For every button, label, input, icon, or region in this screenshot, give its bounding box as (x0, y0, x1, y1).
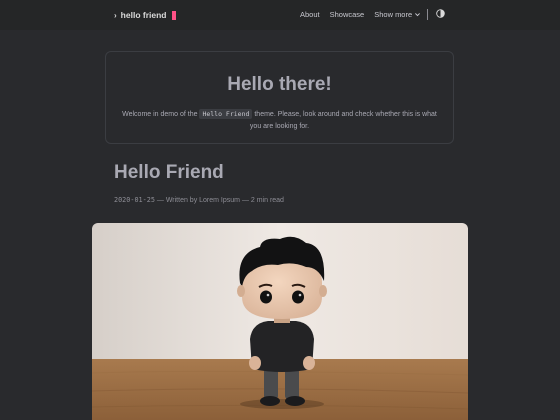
theme-toggle-icon[interactable] (436, 9, 445, 18)
post-cover-image (92, 223, 468, 420)
chevron-down-icon (415, 13, 421, 17)
site-header: › hello friend About Showcase Show more (0, 0, 560, 30)
main-nav: About Showcase Show more (300, 10, 421, 19)
funko-figure-image (92, 223, 468, 420)
intro-text: Welcome in demo of the Hello Friend them… (120, 108, 439, 133)
show-more-label: Show more (374, 10, 413, 19)
post-date: 2020-01-25 (114, 196, 155, 204)
intro-text-before: Welcome in demo of the (122, 111, 198, 118)
intro-title: Hello there! (227, 74, 332, 95)
site-logo[interactable]: › hello friend (114, 9, 177, 21)
nav-divider (427, 9, 428, 20)
post-title[interactable]: Hello Friend (114, 162, 224, 184)
nav-item-about[interactable]: About (300, 10, 320, 19)
theme-name-code: Hello Friend (199, 109, 253, 119)
cursor-icon (172, 10, 177, 20)
post-author-readtime: — Written by Lorem Ipsum — 2 min read (156, 197, 284, 204)
intro-text-after: theme. Please, look around and check whe… (249, 111, 437, 130)
post-meta: 2020-01-25 — Written by Lorem Ipsum — 2 … (114, 196, 284, 204)
intro-box: Hello there! Welcome in demo of the Hell… (105, 51, 454, 144)
nav-item-showcase[interactable]: Showcase (330, 10, 365, 19)
logo-text: hello friend (120, 10, 167, 20)
nav-item-show-more[interactable]: Show more (374, 10, 421, 19)
chevron-right-icon: › (114, 10, 117, 20)
